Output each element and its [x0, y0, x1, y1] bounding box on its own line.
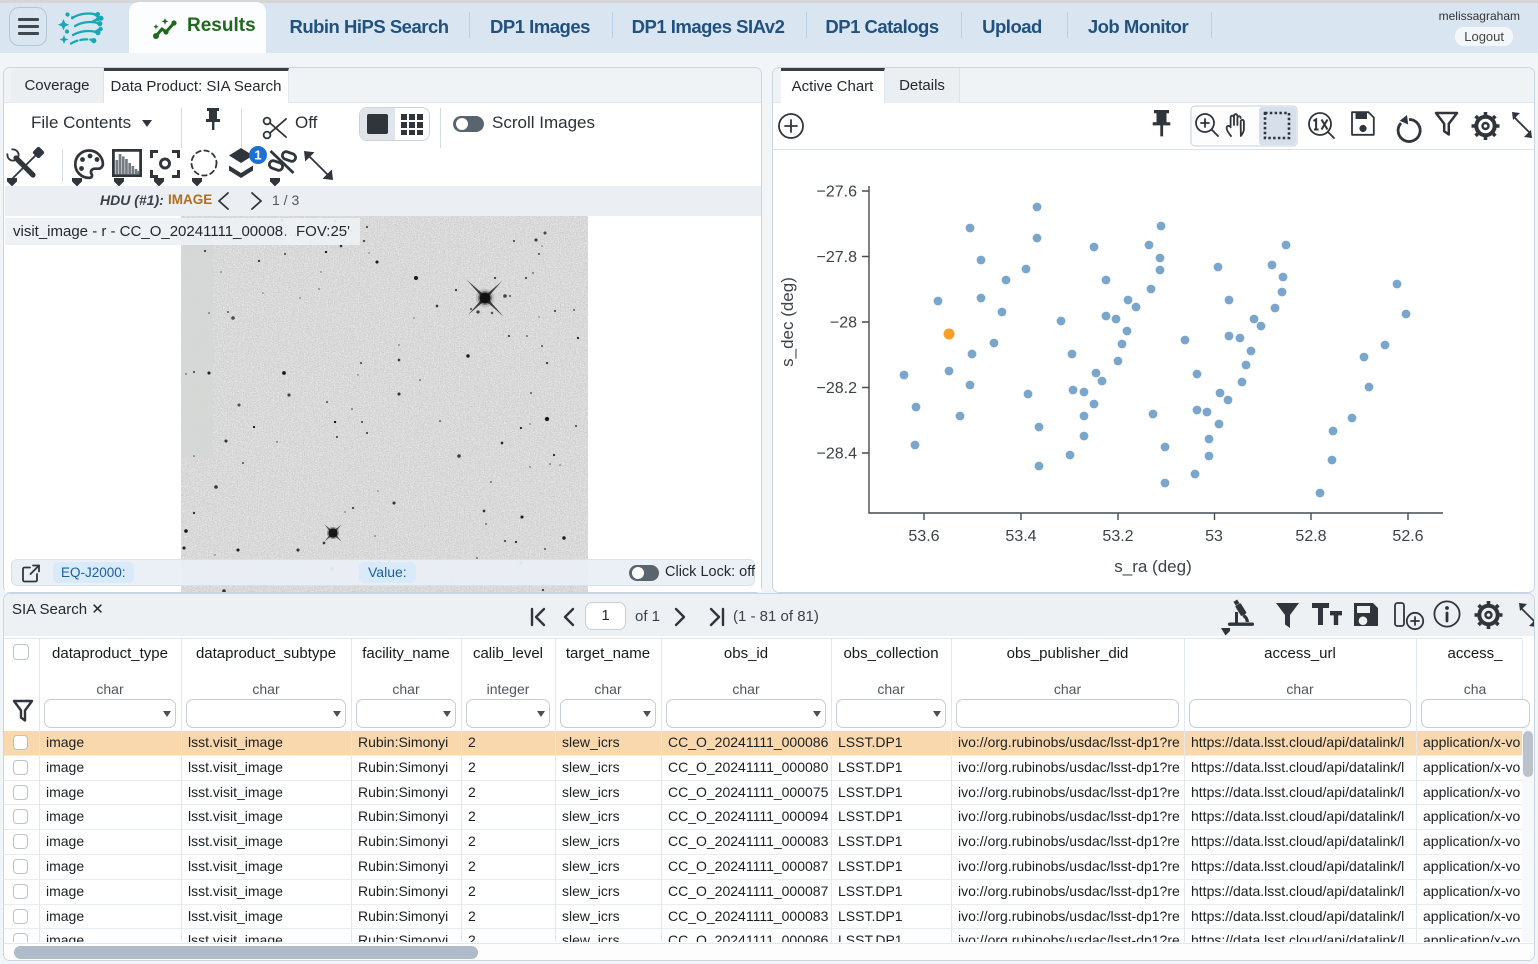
svg-text:53.2: 53.2	[1102, 528, 1133, 545]
svg-text:−28.2: −28.2	[817, 380, 858, 397]
svg-text:−28: −28	[830, 315, 857, 332]
svg-text:−28.4: −28.4	[817, 446, 858, 463]
svg-text:−27.8: −27.8	[817, 249, 858, 266]
svg-text:s_ra (deg): s_ra (deg)	[1114, 557, 1191, 576]
svg-text:1: 1	[254, 148, 261, 163]
svg-text:−27.6: −27.6	[817, 184, 858, 201]
svg-text:53: 53	[1205, 528, 1223, 545]
svg-text:52.8: 52.8	[1295, 528, 1326, 545]
svg-text:53.4: 53.4	[1005, 528, 1036, 545]
svg-text:53.6: 53.6	[908, 528, 939, 545]
svg-text:s_dec (deg): s_dec (deg)	[778, 277, 797, 367]
svg-text:52.6: 52.6	[1392, 528, 1423, 545]
